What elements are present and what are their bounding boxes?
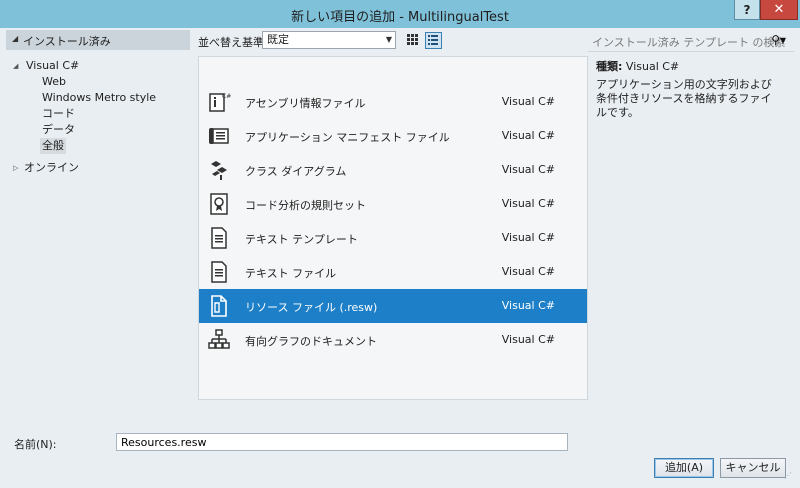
grid-view-icon	[407, 34, 418, 45]
assembly-info-icon: C#	[209, 93, 231, 112]
sort-dropdown[interactable]: 既定 ▼	[262, 31, 396, 49]
search-placeholder: インストール済み テンプレート の検索	[592, 36, 786, 49]
list-item[interactable]: コード分析の規則セット Visual C#	[199, 187, 587, 221]
list-item[interactable]: 有向グラフのドキュメント Visual C#	[199, 323, 587, 357]
template-language: Visual C#	[501, 95, 555, 108]
sort-label: 並べ替え基準:	[198, 36, 268, 49]
category-tree: ◢ インストール済み ◢ Visual C# Web Windows Metro…	[6, 28, 190, 400]
installed-header[interactable]: ◢ インストール済み	[6, 30, 190, 50]
svg-text:C#: C#	[222, 93, 231, 100]
template-language: Visual C#	[501, 265, 555, 278]
list-view-button[interactable]	[425, 32, 442, 49]
template-name: テキスト テンプレート	[245, 233, 358, 246]
list-view-icon	[428, 35, 438, 45]
tree-item-code[interactable]: コード	[42, 106, 75, 122]
template-search-input[interactable]: インストール済み テンプレート の検索 ⚲▾	[588, 30, 794, 52]
title-bar[interactable]: 新しい項目の追加 - MultilingualTest ? ✕	[0, 0, 800, 28]
tree-item-web[interactable]: Web	[42, 74, 66, 90]
template-name: リソース ファイル (.resw)	[245, 301, 378, 314]
expand-arrow-icon[interactable]: ◢	[13, 62, 18, 70]
directed-graph-icon	[208, 329, 230, 349]
class-diagram-icon	[211, 161, 227, 180]
type-value: Visual C#	[625, 60, 680, 73]
grid-view-button[interactable]	[404, 32, 421, 49]
list-item-selected[interactable]: リソース ファイル (.resw) Visual C#	[199, 289, 587, 323]
list-item[interactable]: アプリケーション マニフェスト ファイル Visual C#	[199, 119, 587, 153]
ruleset-icon	[210, 193, 228, 215]
type-label: 種類:	[596, 60, 623, 73]
close-button[interactable]: ✕	[760, 0, 798, 20]
tree-item-windows-metro-style[interactable]: Windows Metro style	[42, 90, 156, 106]
template-language: Visual C#	[501, 231, 555, 244]
dialog-client-area: ◢ インストール済み ◢ Visual C# Web Windows Metro…	[6, 28, 794, 482]
template-name: テキスト ファイル	[245, 267, 337, 280]
template-name: コード分析の規則セット	[245, 199, 366, 212]
template-name: アプリケーション マニフェスト ファイル	[245, 131, 450, 144]
name-label: 名前(N):	[14, 438, 57, 451]
list-item[interactable]: テキスト テンプレート Visual C#	[199, 221, 587, 255]
list-item[interactable]: テキスト ファイル Visual C#	[199, 255, 587, 289]
resize-grip-icon[interactable]: ⋰	[784, 471, 792, 480]
list-item[interactable]: C# アセンブリ情報ファイル Visual C#	[199, 85, 587, 119]
window-title: 新しい項目の追加 - MultilingualTest	[291, 10, 509, 25]
manifest-icon	[209, 128, 229, 144]
expand-arrow-icon[interactable]: ▷	[13, 164, 18, 172]
template-language: Visual C#	[501, 299, 555, 312]
template-list[interactable]: C# アセンブリ情報ファイル Visual C# アプリケーション マニフェスト…	[198, 56, 588, 400]
sort-dropdown-value: 既定	[267, 33, 289, 46]
template-language: Visual C#	[501, 129, 555, 142]
template-language: Visual C#	[501, 163, 555, 176]
collapse-arrow-icon: ◢	[12, 34, 19, 43]
search-icon[interactable]: ⚲▾	[771, 33, 786, 47]
tree-item-visual-csharp[interactable]: Visual C#	[26, 58, 79, 74]
tree-item-online[interactable]: オンライン	[24, 160, 79, 176]
chevron-down-icon: ▼	[385, 35, 392, 44]
template-language: Visual C#	[501, 197, 555, 210]
name-field[interactable]	[116, 433, 568, 451]
text-template-icon	[211, 227, 227, 249]
tree-item-data[interactable]: データ	[42, 122, 75, 138]
resource-file-icon	[211, 295, 227, 317]
template-name: クラス ダイアグラム	[245, 165, 347, 178]
template-type: 種類: Visual C#	[596, 58, 679, 74]
template-language: Visual C#	[501, 333, 555, 346]
add-button[interactable]: 追加(A)	[654, 458, 714, 478]
template-description: アプリケーション用の文字列および条件付きリソースを格納するファイルです。	[596, 78, 772, 119]
cancel-button[interactable]: キャンセル	[720, 458, 786, 478]
help-button[interactable]: ?	[734, 0, 760, 20]
add-new-item-dialog: 新しい項目の追加 - MultilingualTest ? ✕ ◢ インストール…	[0, 0, 800, 488]
installed-header-label: インストール済み	[23, 35, 111, 48]
list-item[interactable]: クラス ダイアグラム Visual C#	[199, 153, 587, 187]
tree-item-general[interactable]: 全般	[40, 138, 66, 154]
text-file-icon	[211, 261, 227, 283]
template-name: アセンブリ情報ファイル	[245, 97, 366, 110]
template-name: 有向グラフのドキュメント	[245, 335, 377, 348]
